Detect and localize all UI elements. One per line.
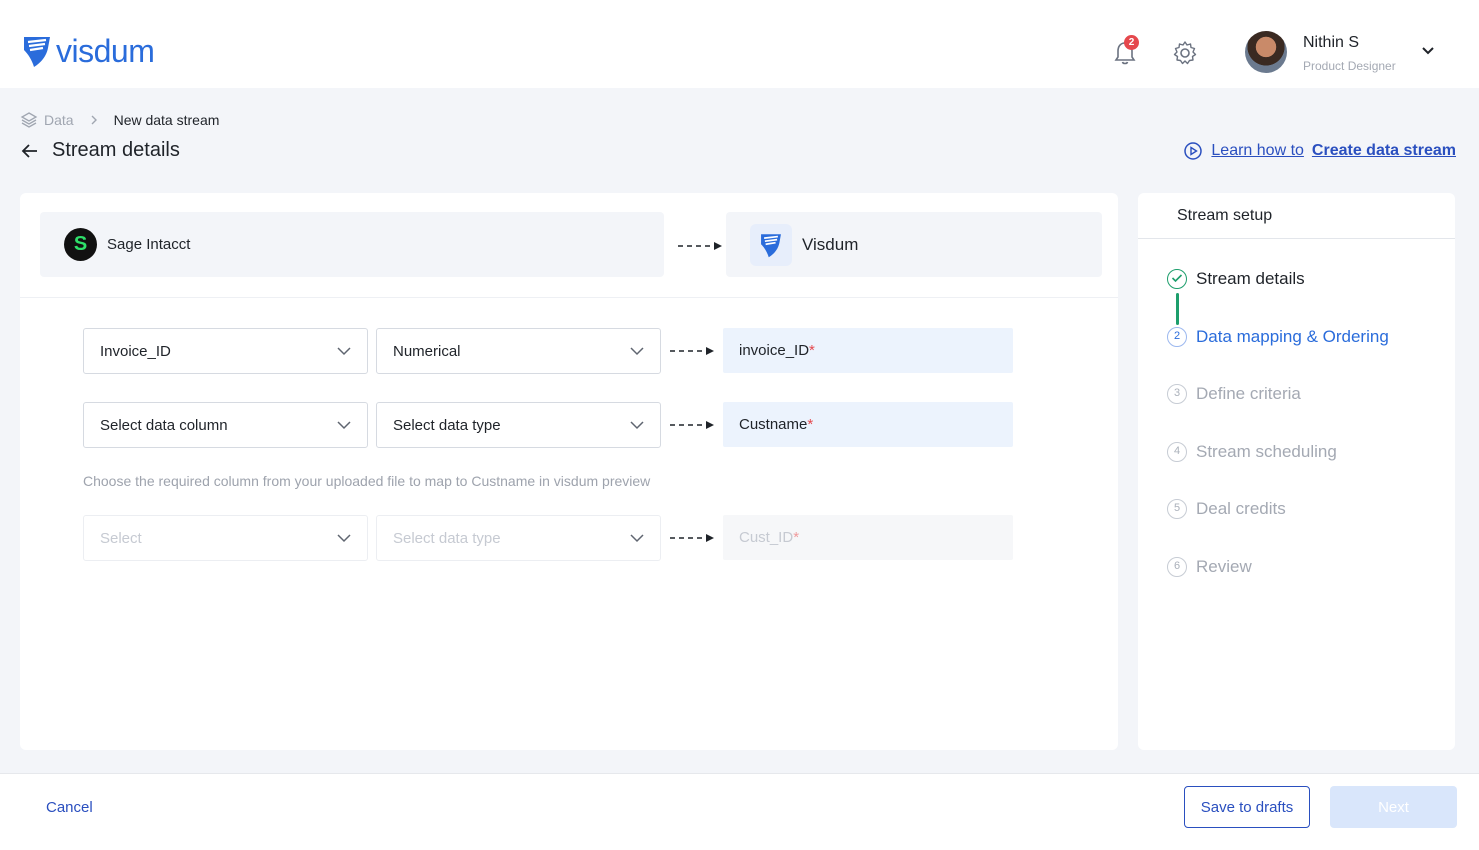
helper-text: Choose the required column from your upl… <box>83 473 651 489</box>
target-field: invoice_ID * <box>723 328 1013 373</box>
breadcrumb-root-label: Data <box>44 112 74 128</box>
step-review[interactable]: 6 Review <box>1167 557 1252 577</box>
notification-badge: 2 <box>1124 35 1139 50</box>
column-select-value: Select <box>100 529 142 547</box>
type-select[interactable]: Select data type <box>376 515 661 561</box>
chevron-right-icon <box>91 115 97 125</box>
chevron-down-icon <box>337 534 351 543</box>
visdum-shield-icon <box>24 37 50 67</box>
play-circle-icon <box>1184 142 1203 160</box>
dashed-arrow-icon <box>670 421 714 429</box>
stream-setup-panel: Stream setup Stream details 2 Data mappi… <box>1138 193 1455 750</box>
dashed-arrow-icon <box>670 347 714 355</box>
chevron-down-icon <box>337 347 351 356</box>
step-number: 6 <box>1167 557 1187 577</box>
breadcrumb: Data New data stream <box>20 111 219 129</box>
mapping-card: S Sage Intacct Visdum Invoice_ID Numeric… <box>20 193 1118 750</box>
check-circle-icon <box>1167 269 1187 289</box>
type-select-value: Select data type <box>393 529 501 547</box>
page-title-row: Stream details <box>20 139 180 162</box>
back-arrow-icon[interactable] <box>20 141 40 161</box>
top-header: visdum 2 Nithin S Product Designer <box>0 0 1479 88</box>
step-data-mapping[interactable]: 2 Data mapping & Ordering <box>1167 327 1389 347</box>
step-label: Stream details <box>1196 269 1305 288</box>
visdum-shield-icon <box>761 233 781 257</box>
learn-link-prefix: Learn how to <box>1211 142 1304 159</box>
step-label: Data mapping & Ordering <box>1196 327 1389 346</box>
user-name: Nithin S <box>1303 34 1360 51</box>
required-marker: * <box>809 342 815 359</box>
step-deal-credits[interactable]: 5 Deal credits <box>1167 499 1286 519</box>
type-select-value: Select data type <box>393 416 501 434</box>
step-label: Define criteria <box>1196 384 1301 403</box>
cancel-button[interactable]: Cancel <box>46 799 93 816</box>
step-label: Review <box>1196 557 1252 576</box>
breadcrumb-root[interactable]: Data <box>20 111 74 129</box>
target-field: Cust_ID * <box>723 515 1013 560</box>
step-stream-scheduling[interactable]: 4 Stream scheduling <box>1167 442 1337 462</box>
save-to-drafts-button[interactable]: Save to drafts <box>1184 786 1310 828</box>
logo-text: visdum <box>56 33 155 69</box>
step-define-criteria[interactable]: 3 Define criteria <box>1167 384 1301 404</box>
chevron-down-icon <box>630 347 644 356</box>
step-stream-details[interactable]: Stream details <box>1167 269 1305 289</box>
layers-icon <box>20 112 38 128</box>
step-label: Stream scheduling <box>1196 442 1337 461</box>
type-select-value: Numerical <box>393 342 461 360</box>
avatar[interactable] <box>1245 31 1287 73</box>
step-number: 2 <box>1167 327 1187 347</box>
target-field-label: Custname <box>739 416 808 433</box>
divider <box>20 297 1118 298</box>
step-label: Deal credits <box>1196 499 1286 518</box>
page-title: Stream details <box>52 139 180 161</box>
breadcrumb-current: New data stream <box>113 112 220 128</box>
target-field-label: Cust_ID <box>739 529 794 546</box>
step-progress-line <box>1176 293 1179 325</box>
chevron-down-icon <box>630 534 644 543</box>
source-name: Sage Intacct <box>107 236 191 253</box>
user-role: Product Designer <box>1303 59 1396 73</box>
next-button[interactable]: Next <box>1330 786 1457 828</box>
visdum-logo[interactable]: visdum <box>22 33 155 69</box>
chevron-down-icon[interactable] <box>1420 45 1436 57</box>
chevron-down-icon <box>630 421 644 430</box>
gear-icon[interactable] <box>1172 40 1198 66</box>
required-marker: * <box>793 529 800 546</box>
stream-setup-title: Stream setup <box>1177 207 1273 224</box>
source-box: S Sage Intacct <box>40 212 664 277</box>
step-number: 5 <box>1167 499 1187 519</box>
column-select[interactable]: Select data column <box>83 402 368 448</box>
learn-link[interactable]: Learn how to Create data stream <box>1183 141 1456 161</box>
step-number: 3 <box>1167 384 1187 404</box>
column-select[interactable]: Invoice_ID <box>83 328 368 374</box>
required-marker: * <box>807 416 814 433</box>
step-number: 4 <box>1167 442 1187 462</box>
visdum-tile <box>750 223 792 266</box>
column-select-value: Select data column <box>100 416 228 434</box>
dashed-arrow-icon <box>670 534 714 542</box>
footer-bar: Cancel Save to drafts Next <box>0 773 1479 850</box>
type-select[interactable]: Select data type <box>376 402 661 448</box>
column-select-value: Invoice_ID <box>100 342 171 360</box>
divider <box>1138 238 1455 239</box>
column-select[interactable]: Select <box>83 515 368 561</box>
chevron-down-icon <box>337 421 351 430</box>
destination-box: Visdum <box>726 212 1102 277</box>
dashed-arrow-icon <box>678 242 722 250</box>
learn-link-bold: Create data stream <box>1311 142 1456 159</box>
sage-intacct-logo: S <box>64 228 97 261</box>
target-field-label: invoice_ID <box>739 342 810 359</box>
type-select[interactable]: Numerical <box>376 328 661 374</box>
destination-name: Visdum <box>802 234 859 254</box>
target-field: Custname * <box>723 402 1013 447</box>
